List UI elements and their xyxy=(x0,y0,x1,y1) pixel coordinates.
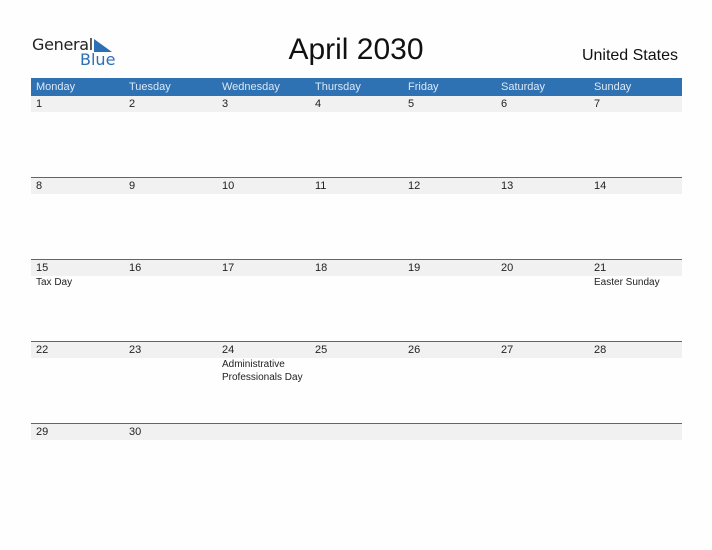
day-event xyxy=(217,276,310,289)
day-number-band: 22 23 24 25 26 27 28 xyxy=(31,342,682,358)
day-number: 21 xyxy=(594,262,607,274)
day-number: 26 xyxy=(408,344,421,356)
week-row: 29 30 xyxy=(31,423,682,505)
day-number: 10 xyxy=(222,180,235,192)
weekday-saturday: Saturday xyxy=(501,81,546,93)
day-event: Easter Sunday xyxy=(594,277,660,288)
week-row: 15 16 17 18 19 20 21 Tax Day Easter Sunday xyxy=(31,259,682,341)
day-event xyxy=(124,358,217,384)
day-number: 2 xyxy=(129,98,136,110)
weekday-monday: Monday xyxy=(36,81,76,93)
event-band: Tax Day Easter Sunday xyxy=(31,276,682,289)
day-number: 24 xyxy=(222,344,235,356)
day-number: 23 xyxy=(129,344,142,356)
day-number xyxy=(589,424,682,440)
day-event xyxy=(496,276,589,289)
day-event xyxy=(31,358,124,384)
day-number: 12 xyxy=(408,180,421,192)
day-number-band: 1 2 3 4 5 6 7 xyxy=(31,96,682,112)
day-number: 1 xyxy=(36,98,43,110)
day-event xyxy=(124,276,217,289)
day-event xyxy=(403,276,496,289)
week-row: 8 9 10 11 12 13 14 xyxy=(31,177,682,259)
day-event xyxy=(403,358,496,384)
day-number: 14 xyxy=(594,180,607,192)
day-number: 16 xyxy=(129,262,142,274)
day-event: Administrative Professionals Day xyxy=(222,359,303,383)
week-row: 22 23 24 25 26 27 28 Administrative Professiona… xyxy=(31,341,682,423)
day-number: 8 xyxy=(36,180,43,192)
day-number: 19 xyxy=(408,262,421,274)
day-event xyxy=(310,276,403,289)
weekday-tuesday: Tuesday xyxy=(129,81,171,93)
day-event xyxy=(310,358,403,384)
week-row: 1 2 3 4 5 6 7 xyxy=(31,96,682,177)
weekday-header: Monday Tuesday Wednesday Thursday Friday… xyxy=(31,78,682,96)
day-number: 22 xyxy=(36,344,49,356)
day-number-band: 29 30 xyxy=(31,424,682,440)
day-number: 30 xyxy=(129,426,142,438)
day-number xyxy=(217,424,310,440)
day-number: 3 xyxy=(222,98,229,110)
day-number: 27 xyxy=(501,344,514,356)
weekday-sunday: Sunday xyxy=(594,81,632,93)
event-band: Administrative Professionals Day xyxy=(31,358,682,384)
day-number: 15 xyxy=(36,262,49,274)
weekday-friday: Friday xyxy=(408,81,439,93)
day-number: 11 xyxy=(315,180,327,192)
weekday-thursday: Thursday xyxy=(315,81,361,93)
calendar-grid: Monday Tuesday Wednesday Thursday Friday… xyxy=(31,78,682,505)
day-number xyxy=(310,424,403,440)
day-number-band: 8 9 10 11 12 13 14 xyxy=(31,178,682,194)
country-label: United States xyxy=(581,47,678,64)
day-number: 7 xyxy=(594,98,601,110)
day-event: Tax Day xyxy=(36,277,73,288)
day-number: 6 xyxy=(501,98,508,110)
day-number: 28 xyxy=(594,344,607,356)
day-number: 17 xyxy=(222,262,235,274)
day-number: 25 xyxy=(315,344,328,356)
day-number xyxy=(403,424,496,440)
day-event xyxy=(496,358,589,384)
day-number: 20 xyxy=(501,262,514,274)
day-number: 29 xyxy=(36,426,49,438)
day-number: 18 xyxy=(315,262,328,274)
weekday-wednesday: Wednesday xyxy=(222,81,280,93)
day-number: 5 xyxy=(408,98,415,110)
day-number-band: 15 16 17 18 19 20 21 xyxy=(31,260,682,276)
day-number: 13 xyxy=(501,180,514,192)
day-number: 4 xyxy=(315,98,322,110)
day-number xyxy=(496,424,589,440)
day-number: 9 xyxy=(129,180,136,192)
day-event xyxy=(589,358,682,384)
